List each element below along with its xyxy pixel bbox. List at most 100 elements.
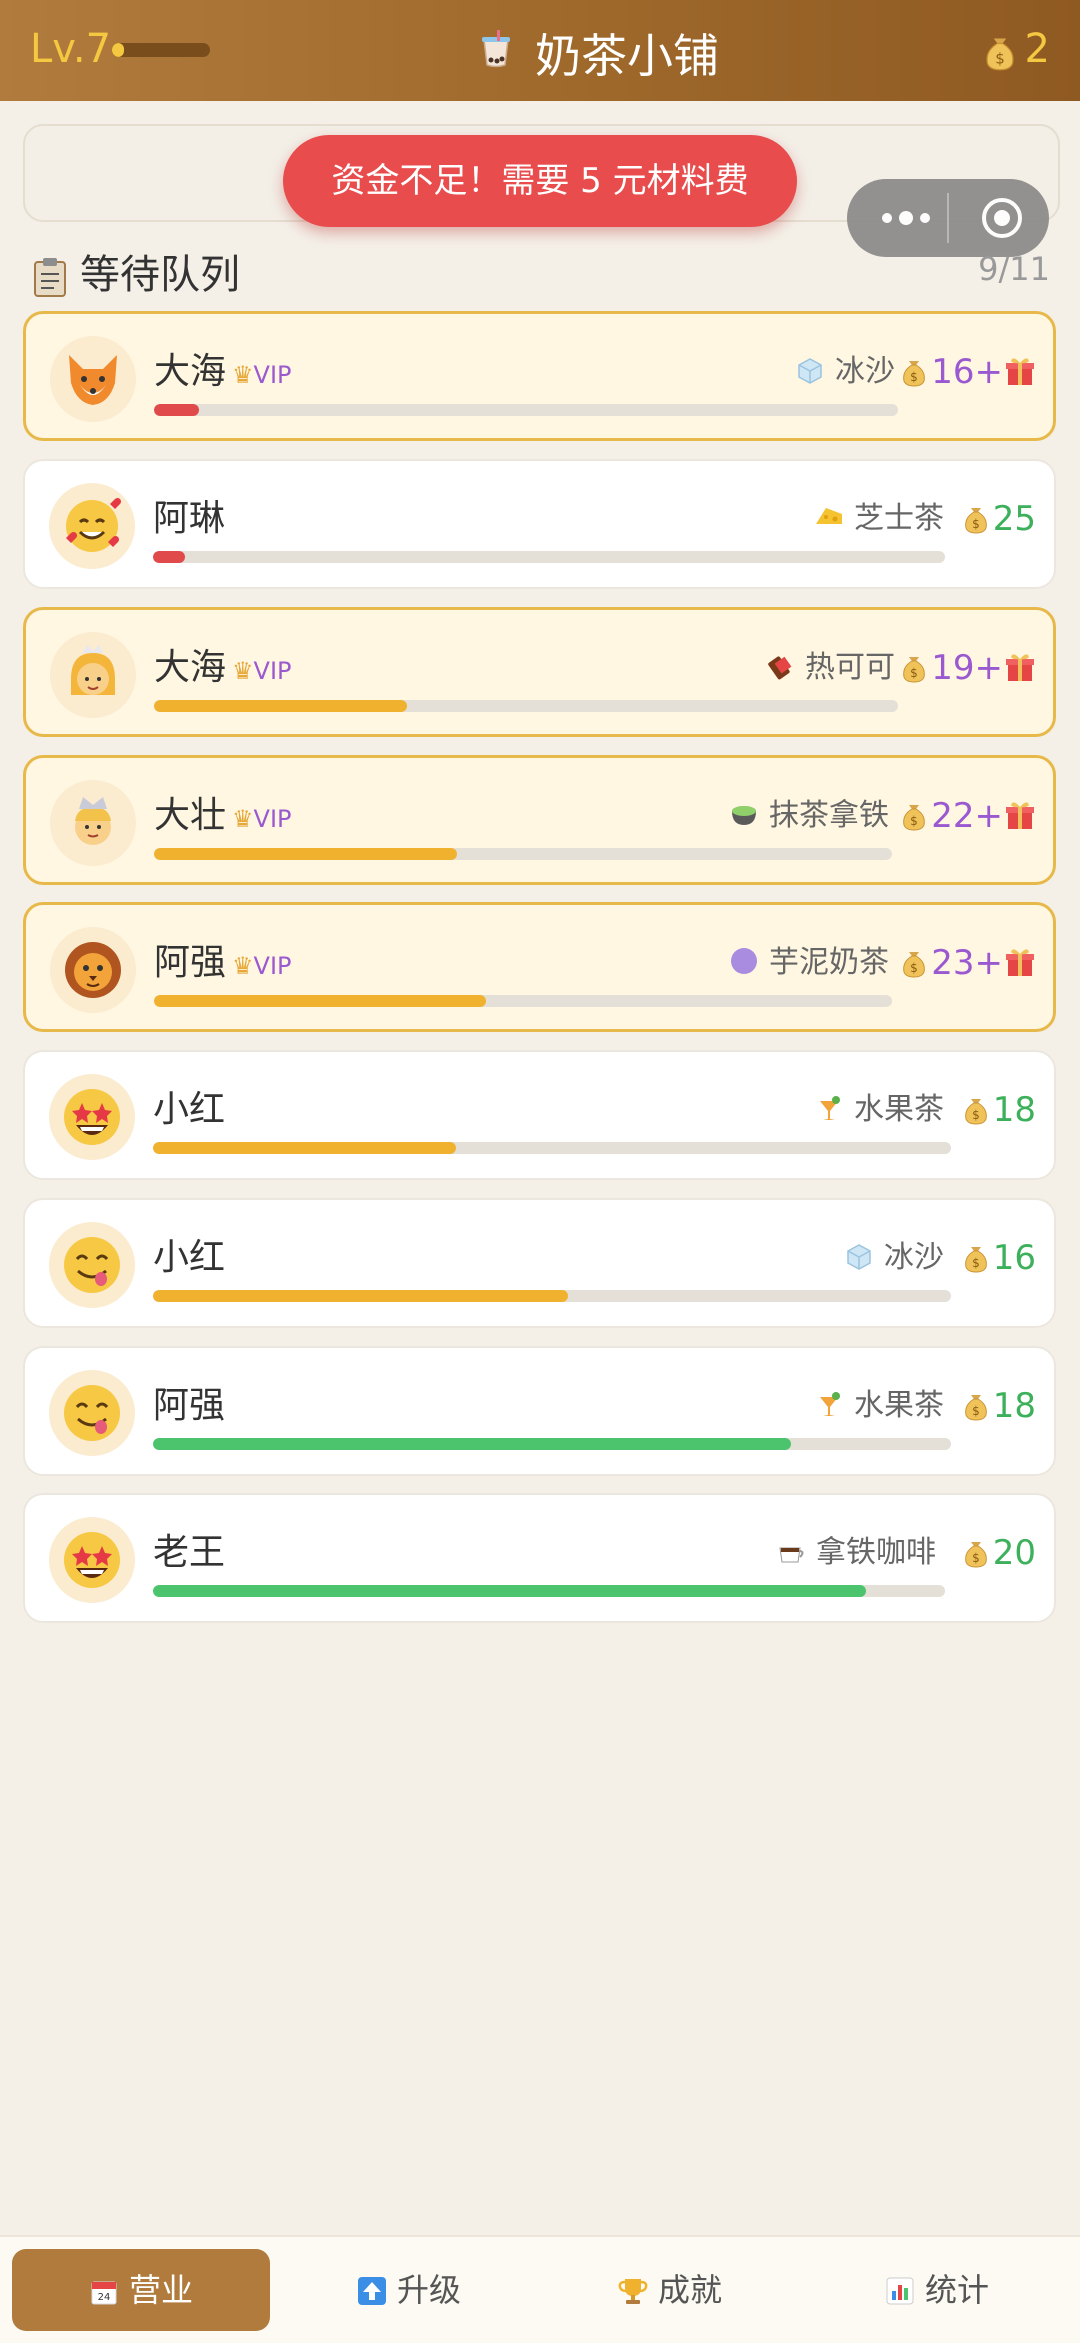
chocolate-icon: [768, 656, 792, 680]
customer-card[interactable]: 大海 ♛VIP 冰沙 $16+: [23, 311, 1056, 441]
nav-label-business: 营业: [128, 2271, 193, 2309]
customer-card[interactable]: 小红 水果茶 $18: [23, 1050, 1056, 1180]
drink-order: 芋泥奶茶: [729, 937, 889, 981]
customer-name-row: 阿强: [153, 1376, 225, 1428]
customer-card[interactable]: 小红 冰沙 $16: [23, 1198, 1056, 1328]
patience-fill: [154, 995, 487, 1007]
price-value: 18: [992, 1090, 1036, 1130]
svg-text:$: $: [910, 814, 918, 828]
patience-fill: [153, 551, 185, 563]
nav-tab-stats[interactable]: 统计: [808, 2249, 1066, 2331]
vip-label: VIP: [253, 952, 292, 980]
crown-icon: ♛: [232, 952, 254, 980]
svg-text:$: $: [972, 1404, 980, 1418]
customer-name: 老王: [153, 1532, 226, 1573]
vip-badge: ♛VIP: [232, 361, 291, 389]
patience-bar: [154, 995, 892, 1007]
svg-text:$: $: [972, 1108, 980, 1122]
level-label: Lv.7: [30, 26, 112, 72]
ice-icon: [798, 358, 822, 384]
fruit-drink-icon: [820, 1096, 840, 1120]
svg-text:$: $: [972, 517, 980, 531]
money-bag-icon: $: [964, 1395, 987, 1421]
order-price: $16+: [901, 352, 1035, 392]
order-price: $22+: [901, 796, 1035, 836]
drink-name: 水果茶: [854, 1388, 944, 1423]
coin-amount: 2: [1024, 26, 1050, 72]
patience-fill: [153, 1142, 457, 1154]
ice-icon: [847, 1244, 871, 1270]
customer-card[interactable]: 老王 拿铁咖啡 $20: [23, 1493, 1056, 1623]
customer-card[interactable]: 阿琳 芝士茶 $25: [23, 459, 1056, 589]
customer-card[interactable]: 大海 ♛VIP 热可可 $19+: [23, 607, 1056, 737]
customer-name-row: 大海 ♛VIP: [154, 342, 292, 394]
cheese-icon: [816, 508, 842, 524]
customer-name-row: 阿强 ♛VIP: [154, 933, 292, 985]
shop-icon: 24: [91, 2281, 117, 2305]
price-value: 19+: [931, 648, 1003, 688]
customer-name-row: 大壮 ♛VIP: [154, 786, 292, 838]
page-title: 奶茶小铺: [535, 29, 719, 83]
customer-name: 阿强: [153, 1385, 226, 1426]
drink-order: 水果茶: [814, 1380, 944, 1424]
close-miniprogram-icon[interactable]: [977, 193, 1027, 243]
coin-balance: $ 2: [983, 26, 1050, 72]
customer-avatar: [49, 1517, 135, 1603]
upgrade-arrow-icon: [357, 2277, 386, 2305]
money-bag-icon: $: [964, 1542, 987, 1568]
patience-bar: [153, 1585, 945, 1597]
vip-label: VIP: [253, 361, 292, 389]
drink-name: 冰沙: [835, 354, 895, 389]
fruit-drink-icon: [820, 1392, 840, 1416]
money-bag-icon: $: [903, 657, 926, 683]
nav-label-achievement: 成就: [657, 2271, 722, 2309]
nav-tab-achievement[interactable]: 成就: [541, 2249, 799, 2331]
customer-avatar: [49, 483, 135, 569]
customer-avatar: [49, 1074, 135, 1160]
matcha-icon: [732, 806, 756, 825]
svg-text:$: $: [910, 961, 918, 975]
drink-name: 芋泥奶茶: [769, 945, 889, 980]
patience-bar: [154, 848, 892, 860]
patience-bar: [153, 551, 945, 563]
svg-text:$: $: [995, 50, 1005, 68]
vip-label: VIP: [253, 657, 292, 685]
drink-order: 水果茶: [814, 1084, 944, 1128]
order-price: $16: [963, 1238, 1036, 1278]
money-bag-icon: $: [964, 508, 987, 534]
customer-name: 大海: [154, 647, 227, 688]
vip-badge: ♛VIP: [232, 657, 291, 685]
taro-icon: [731, 948, 757, 974]
patience-bar: [154, 700, 898, 712]
customer-avatar: [50, 632, 136, 718]
customer-avatar: [50, 927, 136, 1013]
drink-name: 水果茶: [854, 1092, 944, 1127]
more-icon[interactable]: [873, 203, 943, 233]
trophy-icon: [618, 2279, 648, 2304]
queue-header: 等待队列: [32, 242, 240, 300]
patience-bar: [153, 1438, 951, 1450]
money-bag-icon: $: [903, 952, 926, 978]
nav-tab-business[interactable]: 24 营业: [12, 2249, 270, 2331]
chart-icon: [886, 2277, 914, 2305]
nav-tab-upgrade[interactable]: 升级: [280, 2249, 538, 2331]
customer-card[interactable]: 大壮 ♛VIP 抹茶拿铁 $22+: [23, 755, 1056, 885]
customer-card[interactable]: 阿强 水果茶 $18: [23, 1346, 1056, 1476]
customer-card[interactable]: 阿强 ♛VIP 芋泥奶茶 $23+: [23, 902, 1056, 1032]
drink-order: 芝士茶: [814, 493, 944, 537]
gift-icon: [1006, 358, 1034, 385]
clipboard-icon: [34, 258, 66, 297]
customer-name-row: 小红: [153, 1080, 225, 1132]
customer-name: 阿强: [154, 942, 227, 983]
drink-order: 抹茶拿铁: [729, 790, 889, 834]
coffee-icon: [779, 1547, 804, 1563]
price-value: 16: [992, 1238, 1036, 1278]
order-price: $19+: [901, 648, 1035, 688]
patience-fill: [154, 404, 199, 416]
customer-name: 大壮: [154, 795, 227, 836]
customer-name-row: 小红: [153, 1228, 225, 1280]
customer-name: 小红: [153, 1089, 226, 1130]
customer-name-row: 大海 ♛VIP: [154, 638, 292, 690]
drink-order: 拿铁咖啡: [776, 1527, 936, 1571]
order-price: $18: [963, 1386, 1036, 1426]
